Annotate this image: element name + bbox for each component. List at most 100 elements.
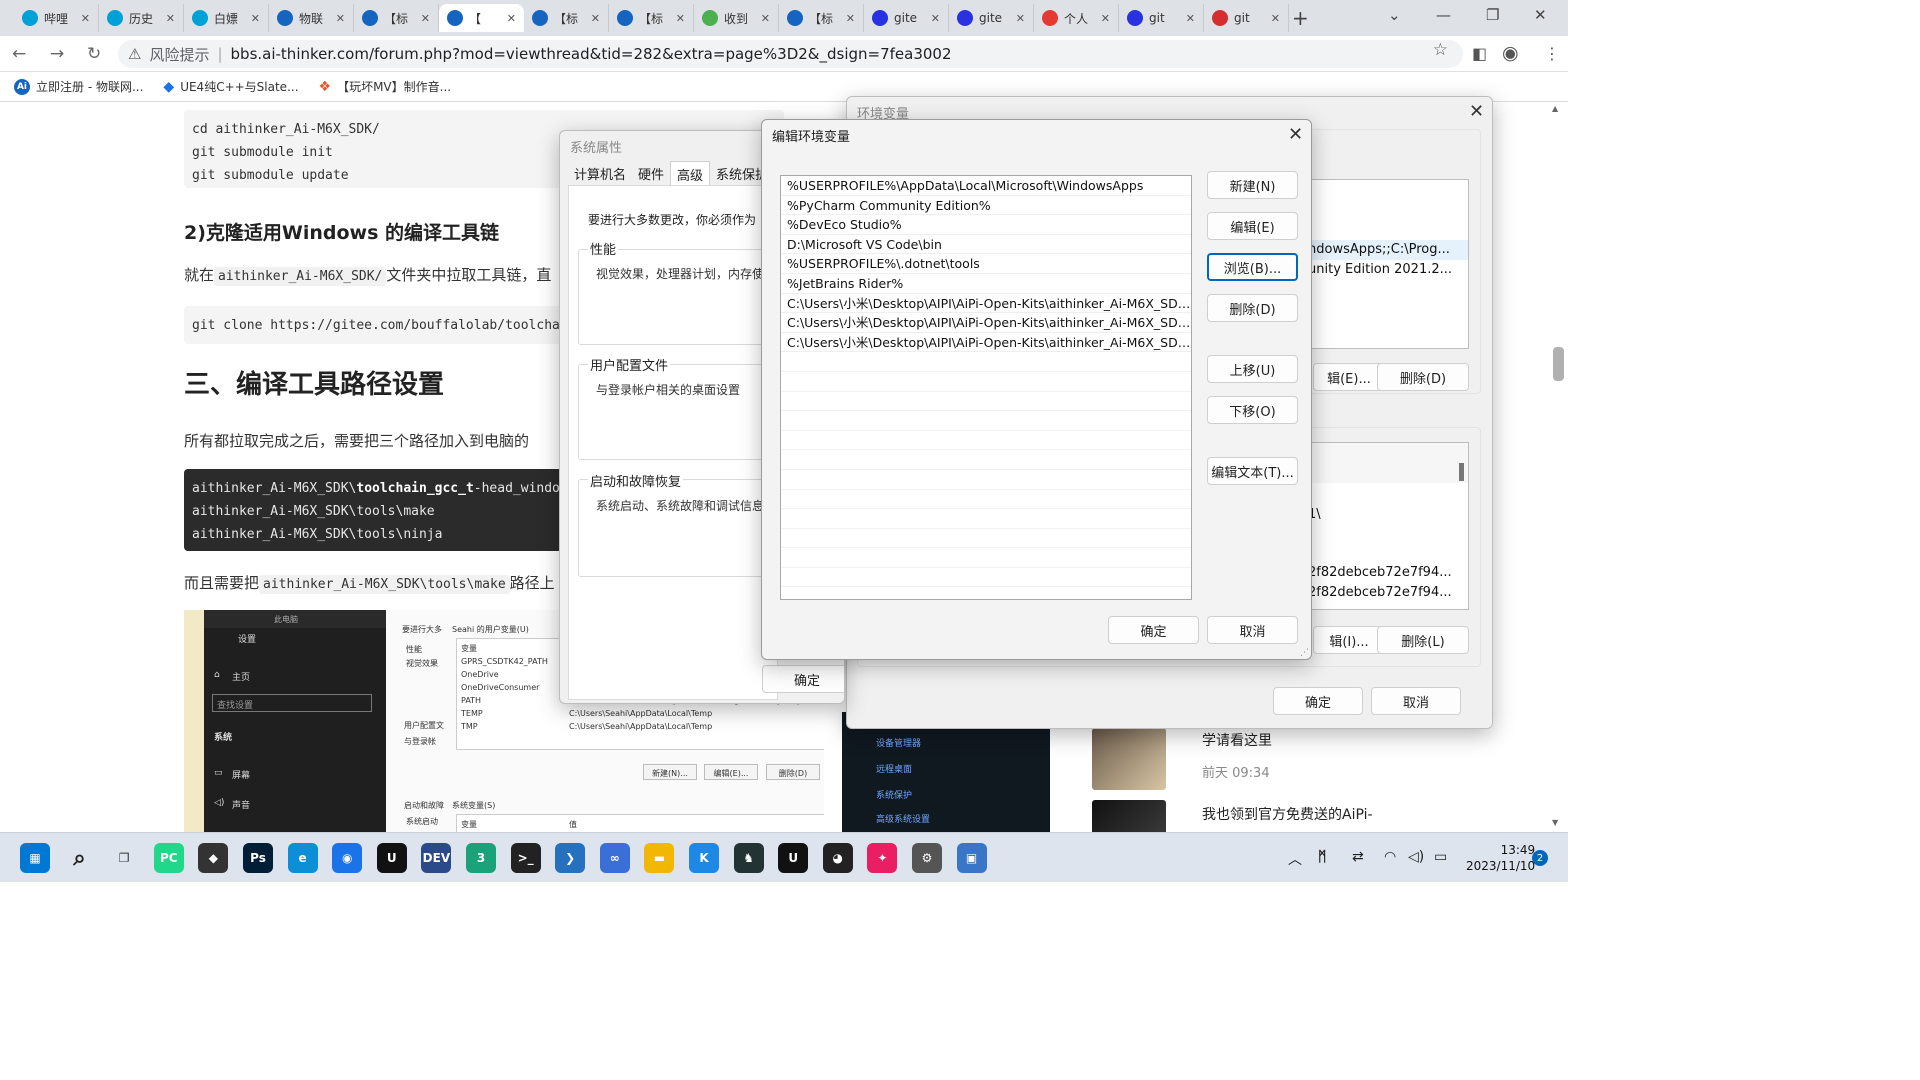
app-3-icon[interactable]: 3 [466,843,496,873]
path-entry[interactable]: C:\Users\小米\Desktop\AIPI\AiPi-Open-Kits\… [781,294,1191,314]
minimize-button[interactable]: — [1436,6,1451,24]
scroll-up-icon[interactable]: ▲ [1552,104,1558,113]
empty-row[interactable] [781,450,1191,470]
delete-user-var-button[interactable]: 删除(D) [1377,363,1469,391]
system-vars-list[interactable]: 1\ 2f82debceb72e7f94... 2f82debceb72e7f9… [1307,442,1469,610]
path-entry[interactable]: C:\Users\小米\Desktop\AIPI\AiPi-Open-Kits\… [781,333,1191,353]
ok-button[interactable]: 确定 [762,665,844,693]
browser-tab[interactable]: 【标 ✕ [524,4,609,32]
list-scrollbar[interactable] [1459,463,1464,481]
browser-tab[interactable]: 历史 ✕ [99,4,184,32]
delete-button[interactable]: 删除(D) [1207,294,1298,322]
tab-close-icon[interactable]: ✕ [1186,12,1195,25]
settings-icon[interactable]: ⚙ [912,843,942,873]
url-text[interactable]: bbs.ai-thinker.com/forum.php?mod=viewthr… [231,45,952,63]
search-icon[interactable]: ⌕ [65,843,95,873]
restore-button[interactable]: ❐ [1486,6,1499,24]
empty-row[interactable] [781,411,1191,431]
browser-tab[interactable]: git ✕ [1119,4,1204,32]
empty-row[interactable] [781,529,1191,549]
tab-close-icon[interactable]: ✕ [336,12,345,25]
path-entry[interactable]: %DevEco Studio% [781,215,1191,235]
battery-icon[interactable]: ▭ [1434,849,1447,865]
tab-close-icon[interactable]: ✕ [676,12,685,25]
browser-tab[interactable]: 白嫖 ✕ [184,4,269,32]
wifi-icon[interactable]: ◠ [1384,849,1396,865]
path-entry[interactable]: %JetBrains Rider% [781,274,1191,294]
reload-icon[interactable]: ↻ [87,44,101,64]
new-button[interactable]: 新建(N) [1207,171,1298,199]
terminal-icon[interactable]: >_ [510,843,541,873]
tab-close-icon[interactable]: ✕ [1271,12,1280,25]
tab-close-icon[interactable]: ✕ [591,12,600,25]
task-view-icon[interactable]: ❐ [109,843,139,873]
menu-icon[interactable]: ⋮ [1544,44,1560,63]
cancel-button[interactable]: 取消 [1207,616,1298,644]
path-entry[interactable]: C:\Users\小米\Desktop\AIPI\AiPi-Open-Kits\… [781,313,1191,333]
tab-close-icon[interactable]: ✕ [846,12,855,25]
windows-start-icon[interactable]: ▦ [20,843,50,873]
path-entry[interactable]: D:\Microsoft VS Code\bin [781,235,1191,255]
side-panel-icon[interactable]: ◧ [1472,44,1487,63]
delete-system-var-button[interactable]: 删除(L) [1377,626,1469,654]
clock[interactable]: 13:49 2023/11/10 [1466,842,1535,874]
post-title[interactable]: 我也领到官方免费送的AiPi- [1202,804,1373,824]
tab-close-icon[interactable]: ✕ [761,12,770,25]
tab-search-icon[interactable]: ⌄ [1388,6,1401,24]
browser-tab[interactable]: 收到 ✕ [694,4,779,32]
pycharm-icon[interactable]: PC [153,843,184,873]
move-down-button[interactable]: 下移(O) [1207,396,1298,424]
profile-avatar-icon[interactable]: ◉ [1502,42,1519,64]
empty-row[interactable] [781,548,1191,568]
empty-row[interactable] [781,568,1191,588]
tab-close-icon[interactable]: ✕ [1016,12,1025,25]
edit-text-button[interactable]: 编辑文本(T)... [1207,457,1298,485]
unreal-icon[interactable]: U [376,843,407,873]
empty-row[interactable] [781,392,1191,412]
window-close-button[interactable]: ✕ [1534,6,1547,24]
tab-close-icon[interactable]: ✕ [421,12,430,25]
tab-close-icon[interactable]: ✕ [251,12,260,25]
powershell-icon[interactable]: ❯ [555,843,586,873]
new-tab-button[interactable]: + [1292,6,1309,30]
edit-button[interactable]: 编辑(E) [1207,212,1298,240]
browser-tab[interactable]: 【标 ✕ [609,4,694,32]
notification-badge[interactable]: 2 [1532,850,1548,866]
tab-close-icon[interactable]: ✕ [166,12,175,25]
unity-icon[interactable]: ◆ [198,843,229,873]
deveco-icon[interactable]: DEV [421,843,452,873]
tab-advanced[interactable]: 高级 [670,161,711,185]
page-scrollbar[interactable] [1553,347,1564,381]
photoshop-icon[interactable]: Ps [243,843,273,873]
browser-tab[interactable]: 【标 ✕ [354,4,439,32]
browser-tab[interactable]: 【✕ [439,4,524,32]
chrome-icon[interactable]: ◉ [332,843,363,873]
path-entry[interactable]: %USERPROFILE%\.dotnet\tools [781,254,1191,274]
tab-close-icon[interactable]: ✕ [931,12,940,25]
cancel-button[interactable]: 取消 [1371,687,1461,715]
close-icon[interactable]: ✕ [1469,101,1484,122]
file-explorer-icon[interactable]: ▬ [644,843,675,873]
empty-row[interactable] [781,509,1191,529]
browser-tab[interactable]: 个人 ✕ [1034,4,1119,32]
empty-row[interactable] [781,470,1191,490]
tab-close-icon[interactable]: ✕ [507,12,516,25]
visual-studio-icon[interactable]: ∞ [599,843,630,873]
tray-app-icon[interactable]: ᛗ [1318,849,1326,865]
tray-switch-icon[interactable]: ⇄ [1352,849,1364,865]
post-title[interactable]: 学请看这里 [1202,730,1272,750]
tab-close-icon[interactable]: ✕ [81,12,90,25]
user-vars-list[interactable]: ndowsApps;;C:\Prog... unity Edition 2021… [1307,179,1469,349]
path-entry[interactable]: %USERPROFILE%\AppData\Local\Microsoft\Wi… [781,176,1191,196]
tab-computer-name[interactable]: 计算机名 [568,161,632,185]
volume-icon[interactable]: ◁) [1408,849,1424,865]
qq-icon[interactable]: ◕ [822,843,853,873]
empty-row[interactable] [781,431,1191,451]
bookmark-1[interactable]: Ai 立即注册 - 物联网... [14,78,143,95]
edit-user-var-button[interactable]: 辑(E)... [1313,363,1385,391]
edge-icon[interactable]: e [287,843,318,873]
browser-tab[interactable]: gite ✕ [949,4,1034,32]
bookmark-2[interactable]: ◆ UE4纯C++与Slate... [163,78,298,95]
app-cat-icon[interactable]: ♞ [733,843,764,873]
system-props-icon[interactable]: ▣ [956,843,987,873]
